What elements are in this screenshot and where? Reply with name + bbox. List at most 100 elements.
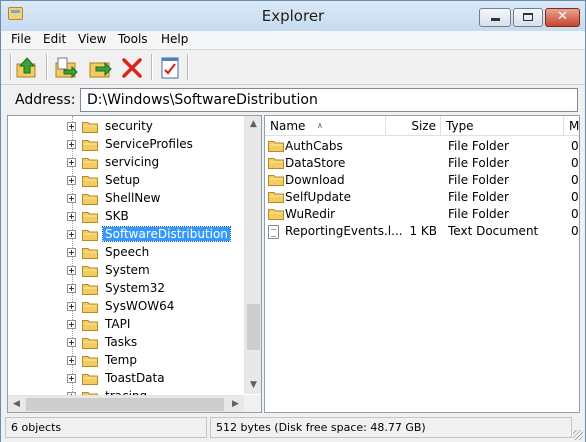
tree-item[interactable]: servicing [8, 154, 244, 172]
tree-item[interactable]: SoftwareDistribution [8, 226, 244, 244]
scrollbar-corner [244, 395, 261, 412]
expand-plus-icon[interactable] [67, 194, 76, 203]
tree-item-label: Speech [105, 245, 150, 259]
expand-plus-icon[interactable] [67, 248, 76, 257]
tree-item-label: System [105, 263, 150, 277]
item-name: Download [285, 173, 345, 187]
tree-item[interactable]: ServiceProfiles [8, 136, 244, 154]
menu-help[interactable]: Help [159, 32, 190, 46]
expand-plus-icon[interactable] [67, 158, 76, 167]
tree-item[interactable]: System [8, 262, 244, 280]
item-modified: 02 [571, 139, 579, 153]
column-header-name[interactable]: Name ∧ [265, 116, 386, 136]
expand-plus-icon[interactable] [67, 338, 76, 347]
tree-item[interactable]: Temp [8, 352, 244, 370]
list-item[interactable]: DataStore File Folder 02 [265, 155, 579, 172]
item-name: DataStore [285, 156, 346, 170]
tree-item[interactable]: SysWOW64 [8, 298, 244, 316]
tree-item[interactable]: TAPI [8, 316, 244, 334]
list-item[interactable]: AuthCabs File Folder 02 [265, 138, 579, 155]
expand-plus-icon[interactable] [67, 284, 76, 293]
tree-vertical-scrollbar[interactable]: ▲ ▼ [244, 116, 261, 394]
list-item[interactable]: Download File Folder 02 [265, 172, 579, 189]
folder-icon [82, 122, 98, 133]
expand-plus-icon[interactable] [67, 140, 76, 149]
tree-item-label: TAPI [105, 317, 131, 331]
expand-plus-icon[interactable] [67, 302, 76, 311]
item-type: File Folder [448, 207, 509, 221]
document-icon [268, 225, 279, 239]
list-item[interactable]: SelfUpdate File Folder 06 [265, 189, 579, 206]
minimize-button[interactable] [479, 8, 511, 27]
tree-item[interactable]: security [8, 118, 244, 136]
column-header-modified[interactable]: M [564, 116, 579, 136]
resize-grip-icon[interactable] [573, 430, 583, 440]
copy-to-folder-icon [55, 57, 78, 79]
properties-icon [161, 57, 179, 79]
move-to-folder-button[interactable] [87, 55, 113, 81]
item-name: SelfUpdate [285, 190, 352, 204]
menu-view[interactable]: View [76, 32, 108, 46]
folder-icon [82, 176, 98, 187]
item-name: AuthCabs [285, 139, 343, 153]
item-modified: 02 [571, 207, 579, 221]
expand-plus-icon[interactable] [67, 122, 76, 131]
menu-file[interactable]: File [9, 32, 33, 46]
tree-item[interactable]: Setup [8, 172, 244, 190]
tree-item-label: security [105, 119, 153, 133]
list-item[interactable]: WuRedir File Folder 02 [265, 206, 579, 223]
tree-horizontal-scroll-thumb[interactable] [26, 398, 224, 411]
list-item[interactable]: ReportingEvents.l... 1 KB Text Document 06 [265, 223, 579, 240]
column-header-type[interactable]: Type [441, 116, 564, 136]
address-bar: Address: D:\Windows\SoftwareDistribution [1, 86, 585, 114]
folder-icon [82, 338, 98, 349]
item-type: Text Document [448, 224, 539, 238]
folder-icon [82, 140, 98, 151]
address-input[interactable]: D:\Windows\SoftwareDistribution [80, 88, 578, 112]
tree-item[interactable]: Tasks [8, 334, 244, 352]
tree-item[interactable]: ToastData [8, 370, 244, 388]
expand-plus-icon[interactable] [67, 230, 76, 239]
expand-plus-icon[interactable] [67, 212, 76, 221]
tree-item[interactable]: ShellNew [8, 190, 244, 208]
copy-to-folder-button[interactable] [53, 55, 79, 81]
tree-item-label: ShellNew [105, 191, 161, 205]
folder-icon [82, 230, 98, 241]
tree-item-label: Setup [105, 173, 140, 187]
up-folder-icon [16, 57, 36, 78]
minimize-icon [490, 18, 500, 21]
scroll-right-arrow-icon[interactable]: ▶ [227, 396, 244, 412]
tree-item[interactable]: SKB [8, 208, 244, 226]
item-modified: 06 [571, 224, 579, 238]
scroll-down-arrow-icon[interactable]: ▼ [245, 377, 261, 394]
up-folder-button[interactable] [14, 55, 40, 81]
tree-vertical-scroll-thumb[interactable] [247, 304, 260, 350]
menu-edit[interactable]: Edit [41, 32, 68, 46]
title-bar[interactable]: Explorer ✕ [1, 1, 585, 31]
expand-plus-icon[interactable] [67, 266, 76, 275]
tree-item[interactable]: Speech [8, 244, 244, 262]
column-header-size[interactable]: Size [386, 116, 441, 136]
menu-tools[interactable]: Tools [116, 32, 150, 46]
delete-button[interactable] [119, 55, 145, 81]
maximize-button[interactable] [513, 8, 543, 27]
scroll-up-arrow-icon[interactable]: ▲ [245, 116, 261, 133]
expand-plus-icon[interactable] [67, 320, 76, 329]
tree-item[interactable]: System32 [8, 280, 244, 298]
close-button[interactable]: ✕ [545, 8, 580, 27]
item-modified: 02 [571, 156, 579, 170]
tree-horizontal-scrollbar[interactable]: ◀ ▶ [8, 395, 244, 412]
toolbar-separator [151, 54, 152, 80]
scroll-left-arrow-icon[interactable]: ◀ [8, 396, 25, 412]
address-label: Address: [15, 92, 76, 108]
tree-item-label: ServiceProfiles [105, 137, 193, 151]
toolbar-separator [10, 54, 11, 80]
expand-plus-icon[interactable] [67, 374, 76, 383]
item-name: WuRedir [285, 207, 336, 221]
folder-icon [82, 284, 98, 295]
expand-plus-icon[interactable] [67, 356, 76, 365]
expand-plus-icon[interactable] [67, 176, 76, 185]
item-name: ReportingEvents.l... [285, 224, 403, 238]
menu-bar: File Edit View Tools Help [1, 31, 585, 49]
properties-button[interactable] [157, 55, 183, 81]
